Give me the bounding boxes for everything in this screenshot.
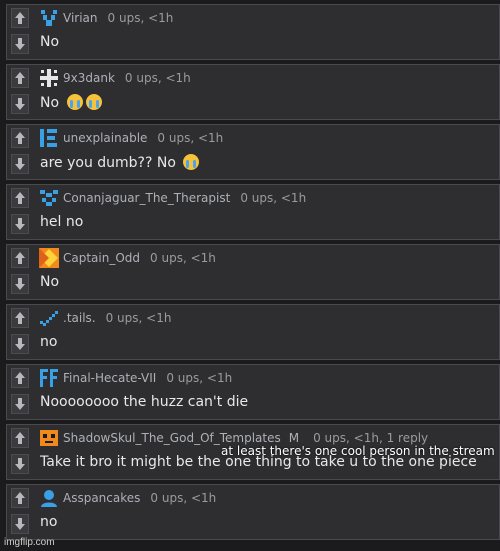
downvote-button[interactable]	[11, 214, 29, 234]
comment-item: unexplainable 0 ups, <1h are you dumb?? N…	[6, 124, 500, 180]
comment-text: no	[40, 514, 58, 530]
orange-diamond-avatar[interactable]	[39, 248, 59, 268]
upvote-button[interactable]	[11, 188, 29, 208]
username-link[interactable]: .tails.	[63, 311, 96, 325]
arrow-down-icon	[15, 278, 25, 290]
comment-stats: 0 ups, <1h	[107, 11, 174, 25]
comment-stats: 0 ups, <1h, 1 reply	[313, 431, 429, 445]
upvote-button[interactable]	[11, 128, 29, 148]
upvote-button[interactable]	[11, 428, 29, 448]
comment-stats: 0 ups, <1h	[124, 71, 191, 85]
arrow-up-icon	[15, 192, 25, 204]
comment-item: 9x3dank 0 ups, <1h No	[6, 64, 500, 120]
blue-person-avatar[interactable]	[39, 488, 59, 508]
comment-text: No	[40, 94, 102, 111]
upvote-button[interactable]	[11, 248, 29, 268]
downvote-button[interactable]	[11, 154, 29, 174]
downvote-button[interactable]	[11, 394, 29, 414]
arrow-down-icon	[15, 158, 25, 170]
username-link[interactable]: Asspancakes	[63, 491, 140, 505]
arrow-up-icon	[15, 312, 25, 324]
arrow-down-icon	[15, 458, 25, 470]
comment-item: Captain_Odd 0 ups, <1h No	[6, 244, 500, 300]
crying-emoji-icon	[85, 94, 102, 110]
blue-bracket-avatar[interactable]	[39, 128, 59, 148]
comment-text: Noooooooo the huzz can't die	[40, 394, 249, 410]
comment-text: hel no	[40, 214, 84, 230]
watermark: imgflip.com	[4, 537, 55, 548]
username-link[interactable]: Conanjaguar_The_Therapist	[63, 191, 230, 205]
blue-pixel-v-avatar[interactable]	[39, 8, 59, 28]
username-link[interactable]: Captain_Odd	[63, 251, 140, 265]
downvote-button[interactable]	[11, 274, 29, 294]
arrow-up-icon	[15, 372, 25, 384]
arrow-up-icon	[15, 252, 25, 264]
white-pixel-cross-avatar[interactable]	[39, 68, 59, 88]
downvote-button[interactable]	[11, 514, 29, 534]
downvote-button[interactable]	[11, 34, 29, 54]
blue-ff-avatar[interactable]	[39, 368, 59, 388]
username-link[interactable]: 9x3dank	[63, 71, 115, 85]
comment-item: Virian 0 ups, <1h No	[6, 4, 500, 60]
mod-badge: M	[288, 431, 300, 445]
arrow-up-icon	[15, 492, 25, 504]
arrow-down-icon	[15, 338, 25, 350]
arrow-down-icon	[15, 218, 25, 230]
downvote-button[interactable]	[11, 334, 29, 354]
comment-text: No	[40, 34, 60, 50]
comment-item: Asspancakes 0 ups, <1h no	[6, 484, 500, 540]
comment-stats: 0 ups, <1h	[240, 191, 307, 205]
comment-stats: 0 ups, <1h	[150, 491, 217, 505]
comment-item: Conanjaguar_The_Therapist 0 ups, <1h hel …	[6, 184, 500, 240]
downvote-button[interactable]	[11, 454, 29, 474]
downvote-button[interactable]	[11, 94, 29, 114]
caption-overlay: at least there's one cool person in the …	[221, 444, 495, 458]
arrow-up-icon	[15, 132, 25, 144]
comment-text: no	[40, 334, 58, 350]
arrow-down-icon	[15, 98, 25, 110]
username-link[interactable]: Final-Hecate-VII	[63, 371, 156, 385]
username-link[interactable]: ShadowSkul_The_God_Of_Templates	[63, 431, 281, 445]
orange-skull-avatar[interactable]	[39, 428, 59, 448]
comment-text: are you dumb?? No	[40, 154, 200, 171]
arrow-down-icon	[15, 518, 25, 530]
blue-check-avatar[interactable]	[39, 308, 59, 328]
username-link[interactable]: Virian	[63, 11, 98, 25]
blue-pixel-avatar[interactable]	[39, 188, 59, 208]
comment-stats: 0 ups, <1h	[157, 131, 224, 145]
upvote-button[interactable]	[11, 308, 29, 328]
crying-emoji-icon	[66, 94, 83, 110]
upvote-button[interactable]	[11, 368, 29, 388]
crying-emoji-icon	[183, 154, 200, 170]
comment-stats: 0 ups, <1h	[150, 251, 216, 265]
arrow-up-icon	[15, 12, 25, 24]
arrow-up-icon	[15, 72, 25, 84]
comment-stats: 0 ups, <1h	[166, 371, 233, 385]
arrow-up-icon	[15, 432, 25, 444]
comment-text: No	[40, 274, 60, 290]
upvote-button[interactable]	[11, 68, 29, 88]
comment-item: .tails. 0 ups, <1h no	[6, 304, 500, 360]
comment-item: Final-Hecate-VII 0 ups, <1h Noooooooo the…	[6, 364, 500, 420]
upvote-button[interactable]	[11, 488, 29, 508]
comment-stats: 0 ups, <1h	[105, 311, 172, 325]
arrow-down-icon	[15, 38, 25, 50]
username-link[interactable]: unexplainable	[63, 131, 147, 145]
upvote-button[interactable]	[11, 8, 29, 28]
arrow-down-icon	[15, 398, 25, 410]
